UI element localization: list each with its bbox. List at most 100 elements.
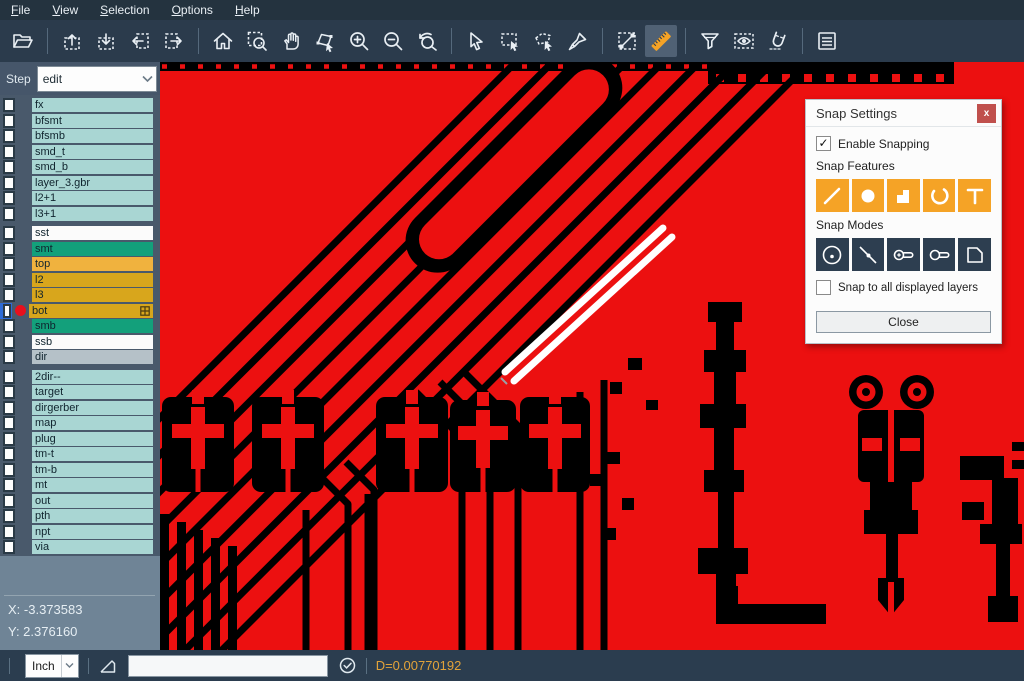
snap-close-button[interactable]: Close bbox=[816, 311, 991, 333]
layer-visibility-checkbox[interactable] bbox=[0, 385, 15, 399]
zoom-in-button[interactable] bbox=[343, 25, 375, 57]
layer-name[interactable]: ssb bbox=[32, 335, 153, 349]
select-polygon-button[interactable] bbox=[528, 25, 560, 57]
confirm-refresh-icon[interactable] bbox=[338, 656, 357, 675]
layer-row-tm-t[interactable]: tm-t bbox=[0, 447, 160, 461]
menu-options[interactable]: Options bbox=[161, 0, 224, 20]
layer-row-npt[interactable]: npt bbox=[0, 525, 160, 539]
layer-name[interactable]: sst bbox=[32, 226, 153, 240]
select-arrow-button[interactable] bbox=[460, 25, 492, 57]
layer-visibility-checkbox[interactable] bbox=[0, 191, 15, 205]
step-select[interactable]: edit bbox=[37, 66, 157, 92]
layer-visibility-checkbox[interactable] bbox=[0, 226, 15, 240]
snap-line-button[interactable] bbox=[816, 179, 849, 212]
enable-snapping-row[interactable]: ✓ Enable Snapping bbox=[816, 136, 991, 151]
layer-name[interactable]: smd_b bbox=[32, 160, 153, 174]
close-icon[interactable]: x bbox=[977, 104, 996, 123]
layer-name[interactable]: tm-b bbox=[32, 463, 153, 477]
layer-visibility-checkbox[interactable] bbox=[0, 114, 15, 128]
layer-row-ssb[interactable]: ssb bbox=[0, 335, 160, 349]
layer-row-top[interactable]: top bbox=[0, 257, 160, 271]
pan-hand-button[interactable] bbox=[275, 25, 307, 57]
layer-name[interactable]: l3 bbox=[32, 288, 153, 302]
snap-contour-button[interactable] bbox=[958, 238, 991, 271]
layer-row-l2+1[interactable]: l2+1 bbox=[0, 191, 160, 205]
zoom-polygon-button[interactable] bbox=[309, 25, 341, 57]
snap-all-layers-row[interactable]: ✓ Snap to all displayed layers bbox=[816, 280, 991, 295]
layer-visibility-checkbox[interactable] bbox=[0, 447, 15, 461]
menu-view[interactable]: View bbox=[41, 0, 89, 20]
layer-visibility-checkbox[interactable] bbox=[0, 129, 15, 143]
layers-panel-button[interactable] bbox=[811, 25, 843, 57]
snap-surface-button[interactable] bbox=[887, 179, 920, 212]
snap-nearest-point-button[interactable] bbox=[852, 238, 885, 271]
layer-visibility-checkbox[interactable] bbox=[0, 303, 12, 319]
layer-visibility-checkbox[interactable] bbox=[0, 494, 15, 508]
menu-help[interactable]: Help bbox=[224, 0, 271, 20]
ruler-button[interactable] bbox=[645, 25, 677, 57]
layer-visibility-checkbox[interactable] bbox=[0, 525, 15, 539]
layer-visibility-checkbox[interactable] bbox=[0, 160, 15, 174]
layer-name[interactable]: bfsmt bbox=[32, 114, 153, 128]
layer-name[interactable]: fx bbox=[32, 98, 153, 112]
layer-name[interactable]: bfsmb bbox=[32, 129, 153, 143]
layer-visibility-checkbox[interactable] bbox=[0, 432, 15, 446]
shift-right-button[interactable] bbox=[158, 25, 190, 57]
layer-visibility-checkbox[interactable] bbox=[0, 145, 15, 159]
select-rect-button[interactable] bbox=[494, 25, 526, 57]
shift-left-button[interactable] bbox=[124, 25, 156, 57]
open-file-button[interactable] bbox=[7, 25, 39, 57]
layer-name[interactable]: l2+1 bbox=[32, 191, 153, 205]
layer-row-map[interactable]: map bbox=[0, 416, 160, 430]
layer-name[interactable]: smb bbox=[32, 319, 153, 333]
view-options-button[interactable] bbox=[728, 25, 760, 57]
layer-row-smd_b[interactable]: smd_b bbox=[0, 160, 160, 174]
measure-line-button[interactable] bbox=[611, 25, 643, 57]
layer-row-smt[interactable]: smt bbox=[0, 242, 160, 256]
layer-visibility-checkbox[interactable] bbox=[0, 370, 15, 384]
layer-visibility-checkbox[interactable] bbox=[0, 463, 15, 477]
layer-visibility-checkbox[interactable] bbox=[0, 207, 15, 221]
layer-name[interactable]: l3+1 bbox=[32, 207, 153, 221]
layer-name[interactable]: mt bbox=[32, 478, 153, 492]
layer-name[interactable]: tm-t bbox=[32, 447, 153, 461]
layer-row-bfsmb[interactable]: bfsmb bbox=[0, 129, 160, 143]
zoom-previous-button[interactable] bbox=[411, 25, 443, 57]
layer-row-smd_t[interactable]: smd_t bbox=[0, 145, 160, 159]
layer-visibility-checkbox[interactable] bbox=[0, 478, 15, 492]
layer-row-l2[interactable]: l2 bbox=[0, 273, 160, 287]
layer-visibility-checkbox[interactable] bbox=[0, 416, 15, 430]
layer-name[interactable]: target bbox=[32, 385, 153, 399]
zoom-area-button[interactable] bbox=[241, 25, 273, 57]
layer-row-bot[interactable]: bot bbox=[0, 304, 160, 318]
snap-all-layers-checkbox[interactable]: ✓ bbox=[816, 280, 831, 295]
snap-dialog-titlebar[interactable]: Snap Settings x bbox=[806, 100, 1001, 127]
layer-name[interactable]: out bbox=[32, 494, 153, 508]
layer-row-dir[interactable]: dir bbox=[0, 350, 160, 364]
layer-visibility-checkbox[interactable] bbox=[0, 257, 15, 271]
snap-pad-button[interactable] bbox=[852, 179, 885, 212]
import-down-button[interactable] bbox=[90, 25, 122, 57]
layer-row-tm-b[interactable]: tm-b bbox=[0, 463, 160, 477]
layer-row-bfsmt[interactable]: bfsmt bbox=[0, 114, 160, 128]
enable-snapping-checkbox[interactable]: ✓ bbox=[816, 136, 831, 151]
layer-name[interactable]: 2dir-- bbox=[32, 370, 153, 384]
layer-name[interactable]: dir bbox=[32, 350, 153, 364]
layer-visibility-checkbox[interactable] bbox=[0, 288, 15, 302]
layer-visibility-checkbox[interactable] bbox=[0, 98, 15, 112]
filter-button[interactable] bbox=[694, 25, 726, 57]
layer-visibility-checkbox[interactable] bbox=[0, 273, 15, 287]
layer-row-target[interactable]: target bbox=[0, 385, 160, 399]
layer-visibility-checkbox[interactable] bbox=[0, 335, 15, 349]
layer-row-via[interactable]: via bbox=[0, 540, 160, 554]
layer-name[interactable]: bot bbox=[29, 304, 153, 318]
snap-arc-button[interactable] bbox=[923, 179, 956, 212]
layer-row-mt[interactable]: mt bbox=[0, 478, 160, 492]
menu-file[interactable]: File bbox=[0, 0, 41, 20]
unit-select[interactable]: Inch bbox=[25, 654, 79, 678]
snap-slot-end-button[interactable] bbox=[887, 238, 920, 271]
layer-name[interactable]: via bbox=[32, 540, 153, 554]
layer-row-smb[interactable]: smb bbox=[0, 319, 160, 333]
layer-name[interactable]: top bbox=[32, 257, 153, 271]
measure-input[interactable] bbox=[128, 655, 328, 677]
